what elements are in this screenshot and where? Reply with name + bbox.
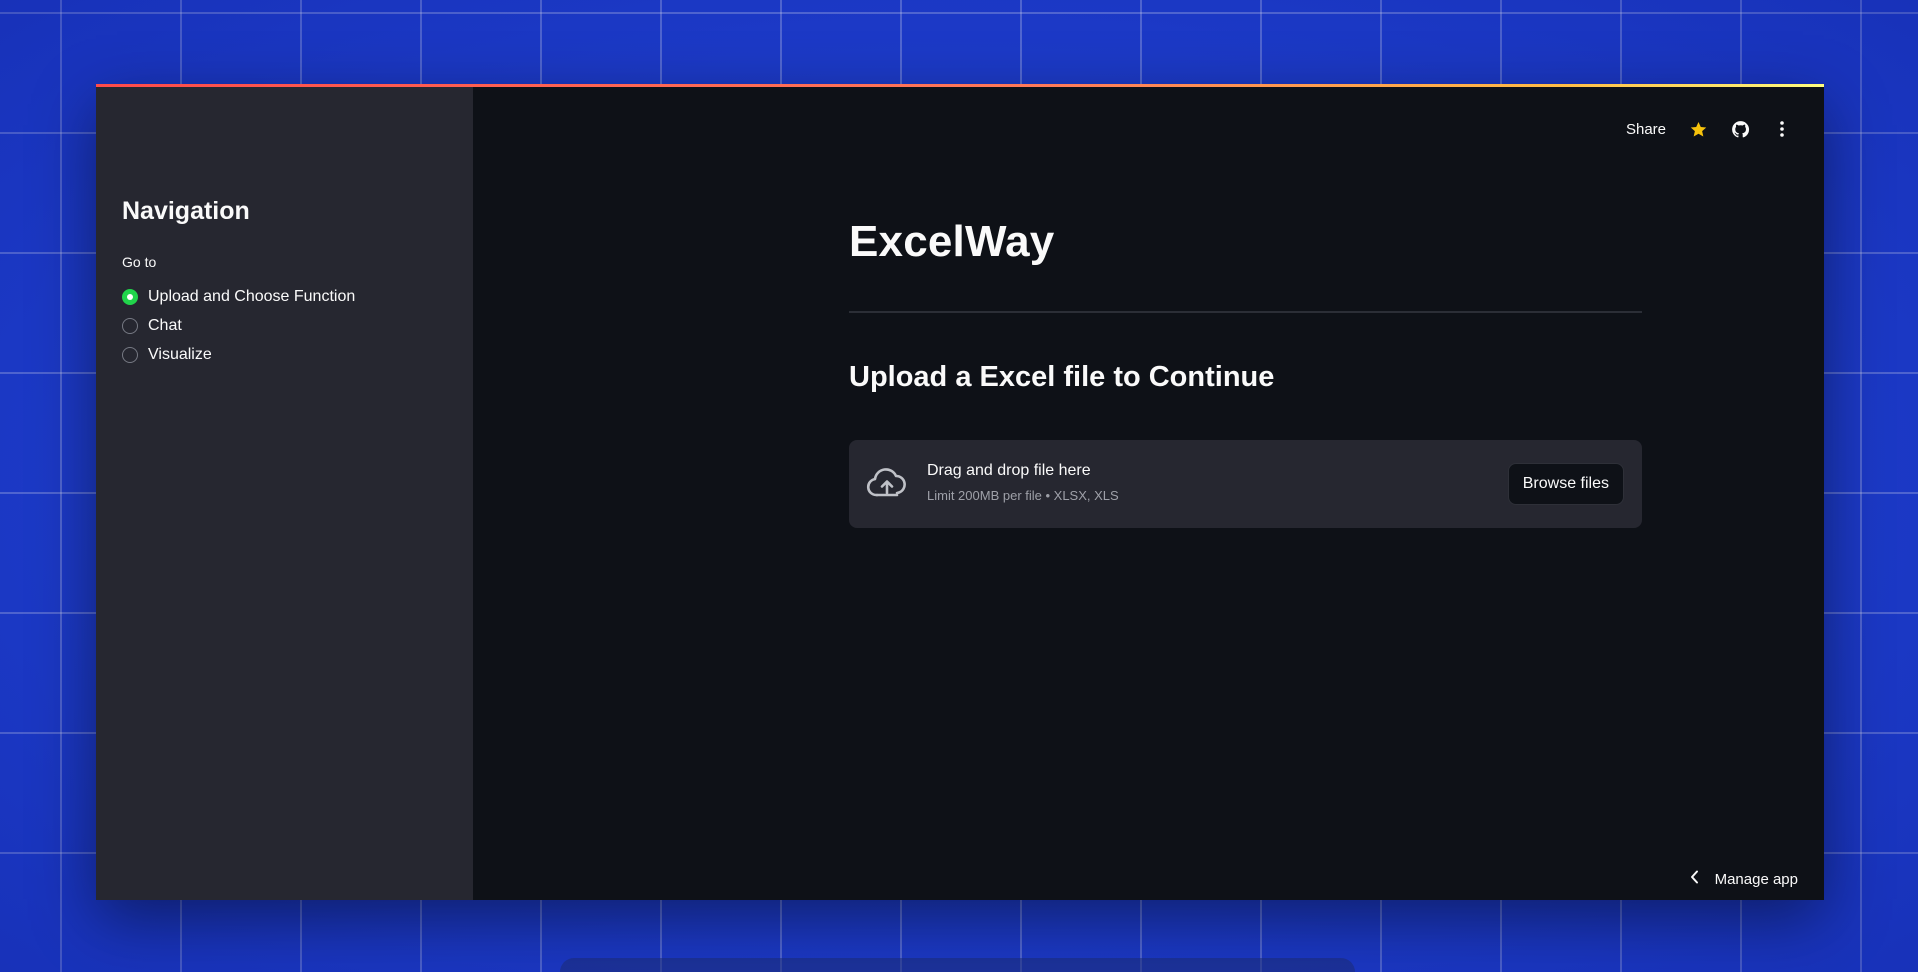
radio-option-label: Visualize (148, 345, 212, 363)
upload-heading: Upload a Excel file to Continue (849, 361, 1275, 393)
radio-unselected-icon[interactable] (122, 346, 138, 363)
cloud-upload-icon (866, 466, 908, 502)
app-title: ExcelWay (849, 217, 1055, 266)
manage-app-button[interactable]: Manage app (1690, 870, 1798, 888)
main-content: ExcelWay Upload a Excel file to Continue… (849, 217, 1642, 528)
more-vertical-icon[interactable] (1772, 119, 1792, 139)
dock-shadow (560, 958, 1355, 972)
main-panel: Share ExcelWay Upload a Excel file to Co… (473, 87, 1824, 900)
github-icon[interactable] (1730, 119, 1750, 139)
radio-option-visualize[interactable]: Visualize (122, 340, 355, 369)
radio-option-label: Chat (148, 316, 182, 334)
radio-selected-icon[interactable] (122, 288, 138, 305)
radio-option-chat[interactable]: Chat (122, 311, 355, 340)
radio-option-upload[interactable]: Upload and Choose Function (122, 282, 355, 311)
radio-option-label: Upload and Choose Function (148, 287, 356, 305)
manage-app-label: Manage app (1714, 870, 1798, 888)
sidebar: Navigation Go to Upload and Choose Funct… (96, 87, 473, 900)
radio-unselected-icon[interactable] (122, 317, 138, 334)
radio-group-label: Go to (122, 254, 157, 270)
chevron-left-icon (1690, 870, 1699, 888)
dropzone-primary-text: Drag and drop file here (927, 462, 1091, 479)
share-button[interactable]: Share (1626, 121, 1666, 138)
sidebar-title: Navigation (122, 197, 250, 225)
star-icon[interactable] (1688, 119, 1708, 139)
file-dropzone[interactable]: Drag and drop file here Limit 200MB per … (849, 440, 1642, 528)
browse-files-button[interactable]: Browse files (1507, 463, 1624, 505)
navigation-radio-group: Upload and Choose Function Chat Visualiz… (122, 282, 355, 369)
app-window: Navigation Go to Upload and Choose Funct… (96, 84, 1824, 900)
header-actions: Share (1626, 119, 1792, 139)
dropzone-instructions: Drag and drop file here Limit 200MB per … (927, 462, 1119, 503)
divider (849, 311, 1642, 313)
dropzone-limit-text: Limit 200MB per file • XLSX, XLS (927, 488, 1119, 503)
